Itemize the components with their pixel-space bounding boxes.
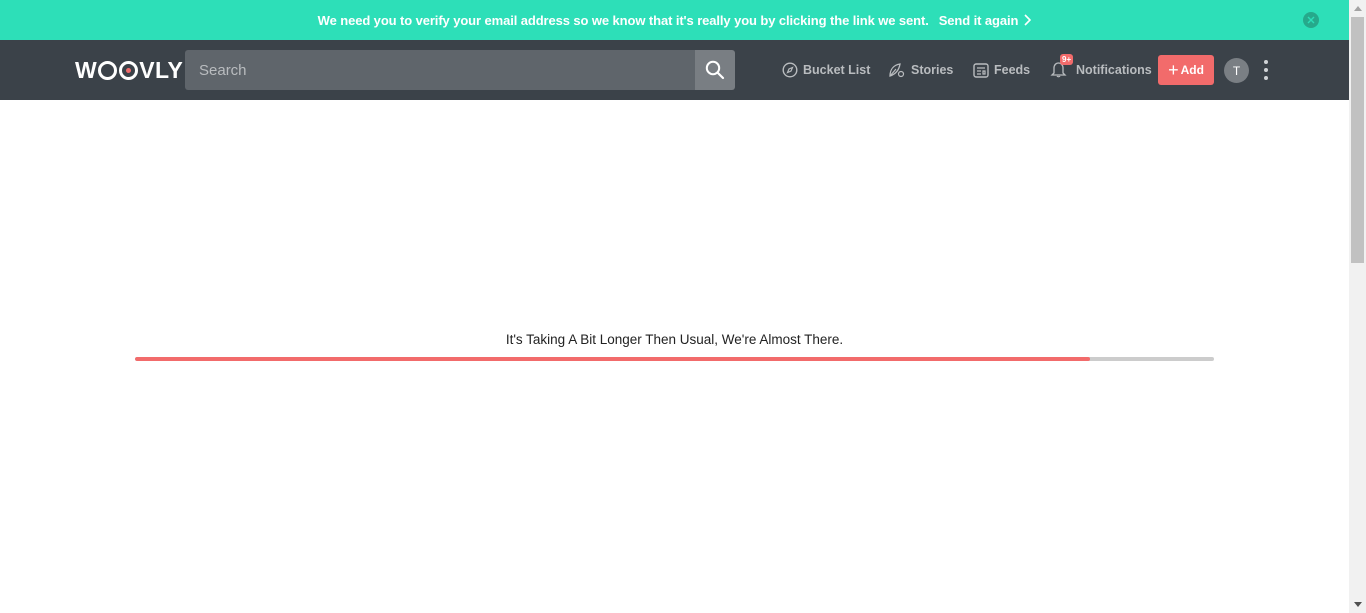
send-again-label: Send it again <box>938 12 1019 28</box>
nav-bucket-list[interactable]: Bucket List <box>782 60 870 80</box>
close-banner-button[interactable] <box>1303 12 1319 28</box>
scroll-up-arrow-icon[interactable] <box>1349 0 1366 17</box>
nav-feeds-label: Feeds <box>994 63 1031 77</box>
close-icon <box>1307 16 1315 24</box>
nav-feeds[interactable]: Feeds <box>973 60 1030 80</box>
top-navbar: WVLY Bucket List Stories Feeds <box>0 40 1349 100</box>
add-button[interactable]: + Add <box>1158 55 1214 85</box>
verification-message: We need you to verify your email address… <box>317 12 929 28</box>
loading-message: It's Taking A Bit Longer Then Usual, We'… <box>505 332 844 347</box>
search-button[interactable] <box>695 50 735 90</box>
nav-bucket-list-label: Bucket List <box>803 63 871 77</box>
search-input[interactable] <box>185 50 695 90</box>
loading-progress-bar <box>135 357 1214 361</box>
plus-icon: + <box>1168 60 1179 80</box>
scroll-down-arrow-icon[interactable] <box>1349 596 1366 613</box>
nav-notifications-label: Notifications <box>1076 63 1152 77</box>
nav-stories-label: Stories <box>911 63 954 77</box>
loading-progress-fill <box>135 357 1090 361</box>
more-menu-icon[interactable] <box>1262 60 1270 80</box>
newspaper-icon <box>973 62 989 78</box>
vertical-scrollbar[interactable] <box>1349 0 1366 613</box>
nav-notifications[interactable]: 9+ Notifications <box>1050 53 1152 81</box>
scrollbar-thumb[interactable] <box>1351 17 1364 263</box>
add-button-label: Add <box>1180 63 1204 77</box>
user-avatar[interactable]: T <box>1224 58 1249 83</box>
woovly-logo[interactable]: W VLY <box>75 57 183 83</box>
compass-icon <box>782 62 798 78</box>
chevron-right-icon <box>1024 14 1032 26</box>
nav-stories[interactable]: Stories <box>888 60 953 80</box>
leaf-icon <box>889 63 905 78</box>
search-bar <box>185 50 735 90</box>
bell-icon-wrapper: 9+ <box>1050 53 1074 81</box>
send-again-link[interactable]: Send it again <box>939 13 1032 28</box>
notification-count-badge: 9+ <box>1060 53 1074 65</box>
email-verification-banner: We need you to verify your email address… <box>0 0 1349 40</box>
search-icon <box>705 60 725 80</box>
